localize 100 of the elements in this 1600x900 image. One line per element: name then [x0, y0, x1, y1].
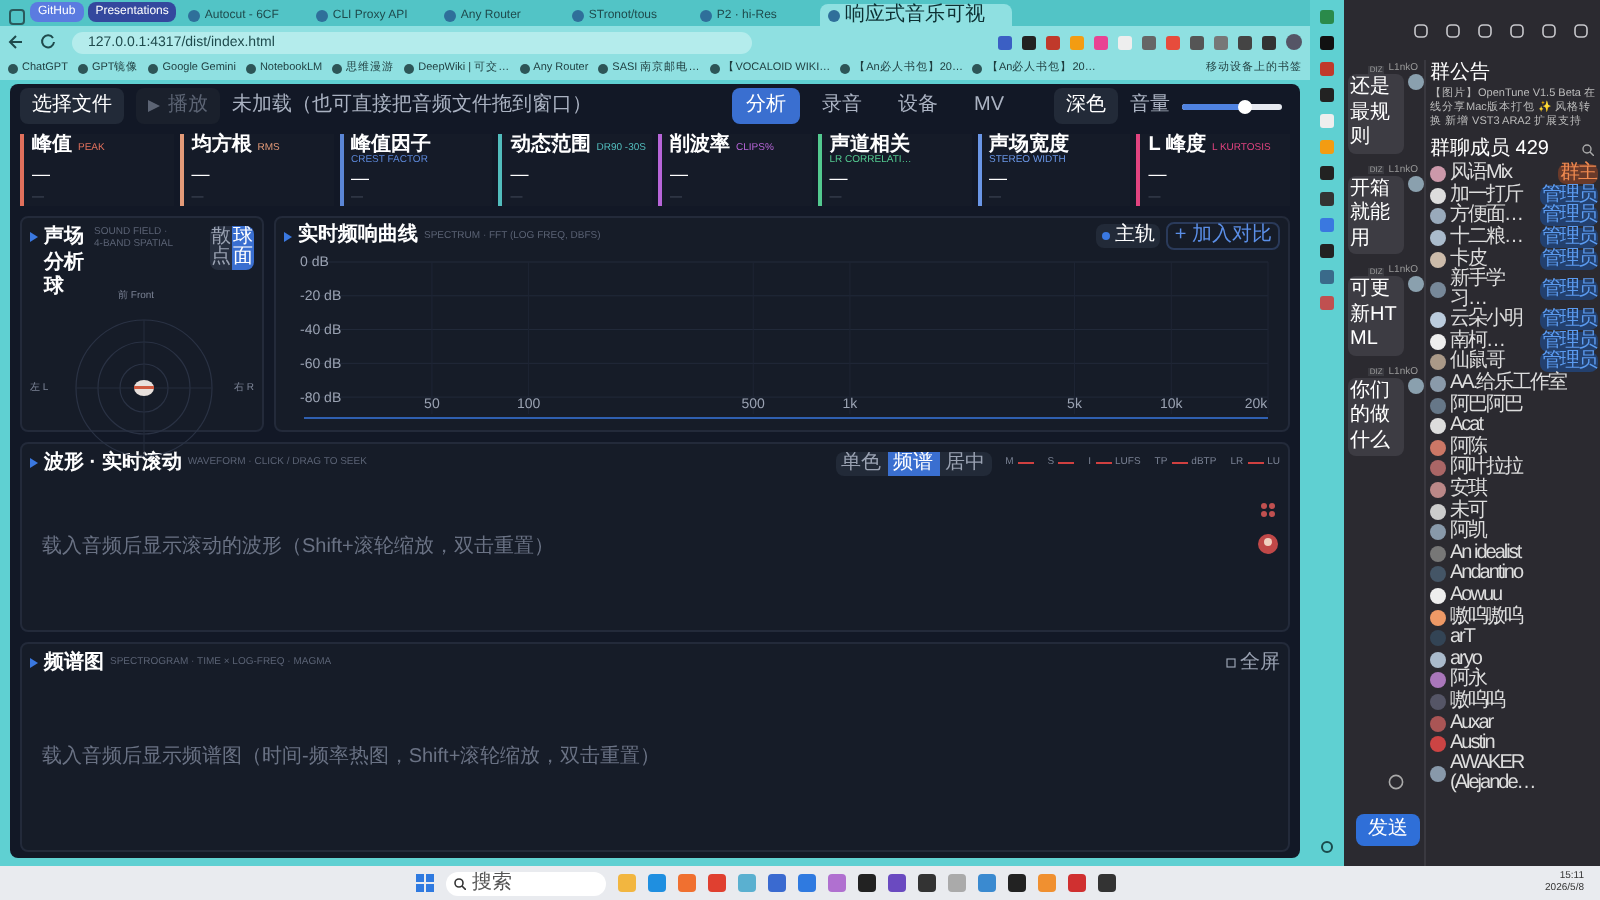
site-icon — [444, 9, 457, 21]
main-track-button[interactable]: 主轨 — [1096, 224, 1161, 248]
metric-label: 削波率 — [670, 136, 730, 156]
member-row[interactable]: 阿凯 — [1430, 521, 1600, 543]
caret-icon[interactable] — [284, 231, 292, 241]
member-row[interactable]: 新手学习… 管理员 — [1430, 269, 1600, 310]
empty-hint: 载入音频后显示频谱图（时间-频率热图，Shift+滚轮缩放，双击重置） — [42, 748, 661, 768]
member-row[interactable]: aryo — [1430, 648, 1600, 671]
role-badge: 管理员 — [1540, 331, 1598, 352]
member-row[interactable]: 方便面… 管理员 — [1430, 206, 1600, 228]
member-row[interactable]: Auxar — [1430, 712, 1600, 734]
send-button[interactable]: 发送 — [1356, 814, 1420, 846]
site-icon — [188, 9, 201, 21]
message-bubble: 开箱就能用 — [1348, 175, 1404, 254]
panel-title: 实时频响曲线 — [298, 226, 418, 246]
caret-icon[interactable] — [30, 458, 38, 468]
site-icon — [828, 9, 841, 21]
member-row[interactable]: 安琪 — [1430, 479, 1600, 501]
member-row[interactable]: 未可 — [1430, 500, 1600, 522]
member-row[interactable]: 嗷呜呜 — [1430, 691, 1600, 713]
mode-tab[interactable]: MV — [960, 88, 1018, 124]
message-bubble: 可更新HTML — [1348, 276, 1404, 355]
caret-icon[interactable] — [30, 232, 38, 242]
metric-label: 均方根 — [191, 136, 252, 156]
role-badge: 管理员 — [1540, 206, 1598, 227]
role-badge: 管理员 — [1540, 310, 1598, 331]
metric-value: — — [32, 165, 52, 183]
role-badge: 管理员 — [1540, 185, 1598, 206]
member-row[interactable]: Andantino — [1430, 564, 1600, 586]
metric-label: 声场宽度 — [989, 136, 1069, 156]
search-icon[interactable] — [1582, 144, 1594, 156]
profile-avatar-icon[interactable] — [1286, 34, 1302, 50]
assistant-icon[interactable] — [1258, 534, 1278, 554]
member-row[interactable]: Aowuu — [1430, 585, 1600, 607]
member-row[interactable]: 云朵小明 管理员 — [1430, 309, 1600, 332]
role-badge: 管理员 — [1540, 249, 1598, 270]
avatar-icon — [1408, 74, 1424, 90]
mode-tab[interactable]: 录音 — [808, 88, 876, 124]
member-row[interactable]: 加一打斤 管理员 — [1430, 185, 1600, 207]
metric-value: — — [829, 170, 850, 188]
site-icon — [598, 64, 609, 74]
site-icon — [572, 9, 585, 21]
site-icon — [700, 9, 713, 21]
play-button: 播放 — [136, 88, 220, 124]
member-row[interactable]: 嗷呜嗷呜 — [1430, 606, 1600, 628]
dot-icon — [1102, 232, 1111, 240]
site-icon — [148, 64, 159, 74]
open-file-button[interactable]: 选择文件 — [20, 88, 124, 124]
site-icon — [8, 64, 18, 74]
theme-button[interactable]: 深色 — [1054, 88, 1118, 124]
site-icon — [332, 64, 343, 74]
empty-hint: 载入音频后显示滚动的波形（Shift+滚轮缩放，双击重置） — [42, 538, 554, 558]
site-icon — [972, 64, 983, 74]
section-title: 群聊成员 429 — [1430, 140, 1549, 160]
reload-icon[interactable] — [40, 34, 56, 50]
search-field[interactable]: 搜索 — [446, 871, 606, 895]
role-badge: 管理员 — [1540, 352, 1598, 373]
member-row[interactable]: Acat — [1430, 415, 1600, 438]
metric-label: 峰值 — [32, 136, 72, 156]
view-toggle[interactable]: 球面 — [232, 226, 254, 270]
back-icon[interactable] — [8, 34, 24, 50]
site-icon — [316, 9, 329, 21]
member-row[interactable]: 阿叶拉拉 — [1430, 458, 1600, 480]
member-row[interactable]: arT — [1430, 627, 1600, 649]
member-row[interactable]: AA.给乐工作室 — [1430, 373, 1600, 395]
waveform-mode-tab[interactable]: 居中 — [939, 451, 992, 475]
panel-title: 波形 · 实时滚动 — [44, 453, 182, 473]
search-icon — [454, 877, 466, 889]
waveform-mode-tab[interactable]: 单色 — [835, 451, 888, 475]
fullscreen-button[interactable]: 全屏 — [1226, 653, 1280, 673]
mode-tab[interactable]: 设备 — [884, 88, 952, 124]
metric-value: — — [989, 170, 1009, 188]
start-icon[interactable] — [416, 874, 434, 892]
member-row[interactable]: Austin — [1430, 733, 1600, 755]
metric-value: — — [191, 165, 212, 183]
member-row[interactable]: AWAKER (Alejande… — [1430, 754, 1600, 795]
role-badge: 管理员 — [1540, 279, 1598, 300]
member-row[interactable]: 风语Mix 群主 — [1430, 164, 1600, 186]
member-row[interactable]: 卡皮 管理员 — [1430, 248, 1600, 270]
mode-tab[interactable]: 分析 — [732, 88, 800, 124]
member-row[interactable]: 阿永 — [1430, 670, 1600, 692]
site-icon — [709, 64, 720, 74]
widget-icon[interactable] — [1260, 502, 1276, 518]
site-icon — [404, 64, 415, 74]
add-compare-button[interactable]: + 加入对比 — [1166, 222, 1280, 250]
member-row[interactable]: 阿巴阿巴 — [1430, 394, 1600, 416]
site-icon — [245, 64, 256, 74]
metric-value: — — [670, 165, 690, 183]
tab-actions-icon[interactable] — [8, 8, 26, 26]
member-row[interactable]: 仙鼠哥 管理员 — [1430, 352, 1600, 374]
caret-icon[interactable] — [30, 658, 38, 668]
panel-title: 声场分析球 — [44, 226, 86, 301]
status-text: 未加载（也可直接把音频文件拖到窗口） — [232, 96, 592, 116]
volume-slider[interactable] — [1182, 103, 1282, 109]
member-row[interactable]: An idealist — [1430, 543, 1600, 565]
sound-blob-icon — [134, 379, 154, 395]
member-row[interactable]: 十二粮… 管理员 — [1430, 227, 1600, 249]
view-toggle[interactable]: 散点 — [210, 226, 232, 270]
volume-thumb[interactable] — [1238, 99, 1252, 113]
browser-tab[interactable]: 响应式音乐可视 — [820, 4, 1013, 26]
